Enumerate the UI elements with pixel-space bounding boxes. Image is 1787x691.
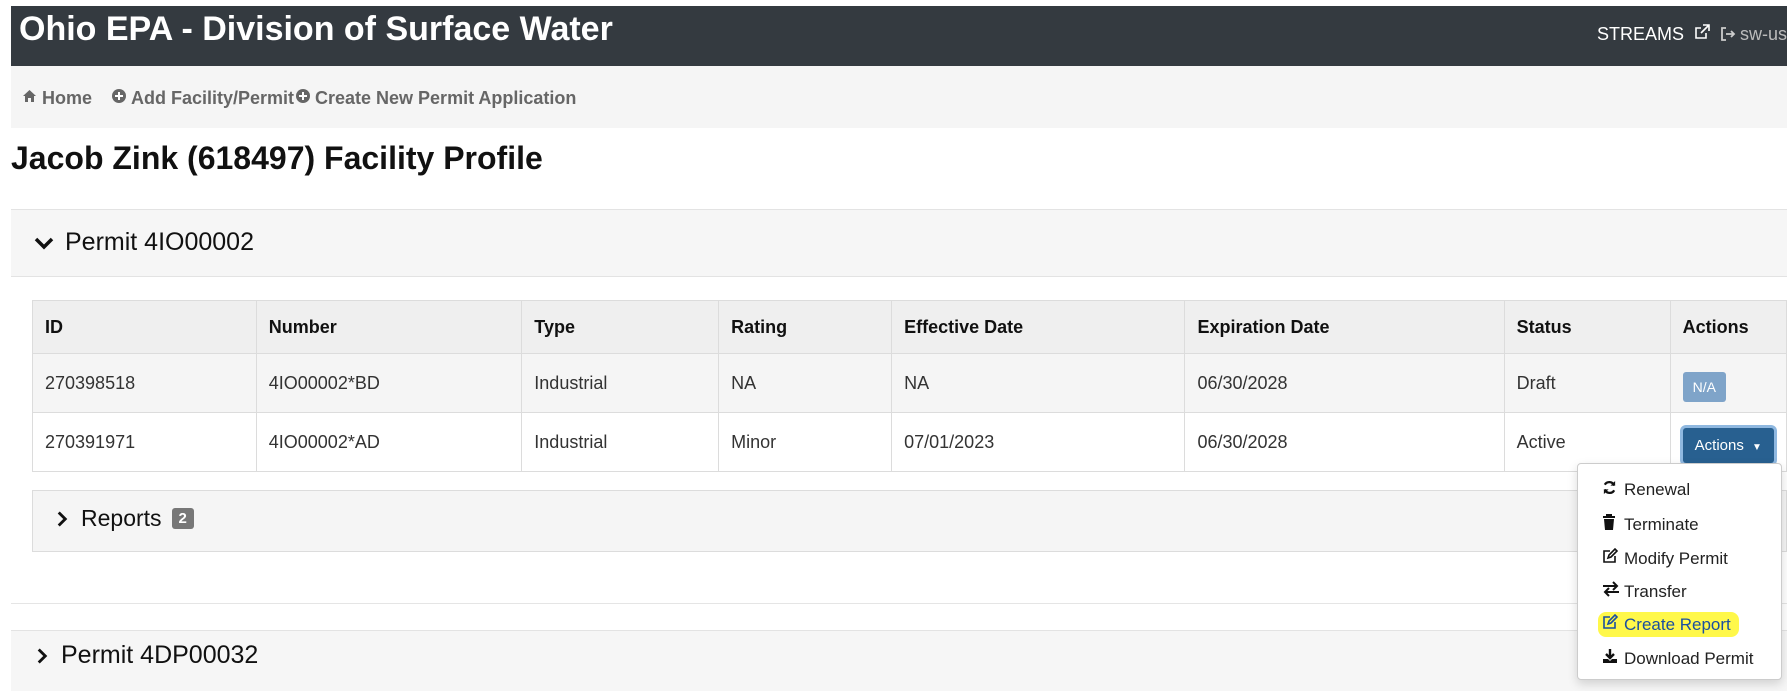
actions-button-label: Actions	[1694, 436, 1744, 454]
reports-count-badge: 2	[171, 508, 194, 529]
col-header-number: Number	[255, 300, 523, 354]
user-menu[interactable]: sw-us	[1720, 24, 1787, 45]
nav-create-application[interactable]: Create New Permit Application	[296, 88, 576, 109]
cell-effective-date: 07/01/2023	[891, 412, 1186, 472]
menu-item-label: Transfer	[1624, 581, 1687, 601]
menu-item-renewal[interactable]: Renewal	[1602, 480, 1690, 500]
actions-dropdown-menu: Renewal Terminate Modify Permit Transfer…	[1577, 463, 1782, 680]
col-header-status: Status	[1503, 300, 1671, 354]
streams-link[interactable]: STREAMS	[1597, 24, 1684, 45]
sub-nav: Home Add Facility/Permit Create New Perm…	[11, 66, 1787, 128]
reports-label: Reports	[81, 505, 162, 531]
exchange-icon	[1602, 581, 1620, 602]
cell-expiration-date: 06/30/2028	[1184, 353, 1505, 413]
cell-id: 270398518	[32, 353, 257, 413]
plus-circle-icon	[112, 89, 126, 108]
chevron-right-icon	[57, 510, 68, 527]
chevron-right-icon	[37, 647, 48, 664]
nav-create-application-label: Create New Permit Application	[315, 88, 577, 108]
col-header-actions: Actions	[1669, 300, 1787, 354]
table-header-row: ID Number Type Rating Effective Date Exp…	[32, 300, 1787, 354]
download-icon	[1602, 648, 1620, 669]
reports-panel-header[interactable]: Reports 2	[32, 490, 1787, 552]
user-name: sw-us	[1739, 23, 1787, 44]
cell-type: Industrial	[521, 412, 720, 472]
permit-panel-header-2[interactable]: Permit 4DP00032	[11, 630, 1787, 691]
nav-home-label: Home	[42, 88, 93, 108]
col-header-rating: Rating	[718, 300, 893, 354]
col-header-expiration-date: Expiration Date	[1184, 300, 1505, 354]
menu-item-label: Terminate	[1624, 514, 1699, 534]
nav-home[interactable]: Home	[22, 88, 92, 109]
cell-id: 270391971	[32, 412, 257, 472]
col-header-effective-date: Effective Date	[891, 300, 1186, 354]
table-row: 270391971 4IO00002*AD Industrial Minor 0…	[32, 412, 1787, 472]
panel-divider	[11, 603, 1787, 604]
chevron-down-icon	[34, 237, 54, 249]
page-title: Jacob Zink (618497) Facility Profile	[11, 140, 543, 176]
nav-add-facility-label: Add Facility/Permit	[131, 88, 295, 108]
menu-item-terminate[interactable]: Terminate	[1602, 514, 1699, 535]
top-right-links: STREAMS sw-us	[1597, 22, 1787, 46]
permit-table: ID Number Type Rating Effective Date Exp…	[32, 300, 1787, 472]
edit-icon	[1602, 613, 1620, 635]
cell-effective-date: NA	[891, 353, 1186, 413]
home-icon	[22, 89, 37, 108]
na-button[interactable]: N/A	[1682, 372, 1726, 402]
plus-circle-icon	[296, 89, 310, 108]
cell-rating: NA	[718, 353, 893, 413]
cell-rating: Minor	[718, 412, 893, 472]
actions-dropdown-button[interactable]: Actions ▼	[1682, 427, 1774, 463]
cell-expiration-date: 06/30/2028	[1184, 412, 1505, 472]
nav-add-facility[interactable]: Add Facility/Permit	[112, 88, 294, 109]
menu-item-label: Modify Permit	[1624, 548, 1728, 568]
edit-icon	[1602, 547, 1620, 569]
cell-type: Industrial	[521, 353, 720, 413]
cell-number: 4IO00002*AD	[255, 412, 523, 472]
permit-title-2: Permit 4DP00032	[61, 641, 259, 669]
refresh-icon	[1602, 480, 1620, 500]
menu-item-download-permit[interactable]: Download Permit	[1602, 648, 1753, 669]
top-navbar: Ohio EPA - Division of Surface Water STR…	[11, 6, 1787, 66]
app-title[interactable]: Ohio EPA - Division of Surface Water	[19, 10, 613, 49]
col-header-id: ID	[32, 300, 257, 354]
permit-title: Permit 4IO00002	[65, 228, 254, 256]
cell-status: Draft	[1503, 353, 1671, 413]
cell-actions: N/A	[1669, 353, 1787, 413]
menu-item-modify-permit[interactable]: Modify Permit	[1602, 547, 1728, 569]
caret-down-icon: ▼	[1752, 441, 1762, 453]
table-row: 270398518 4IO00002*BD Industrial NA NA 0…	[32, 353, 1787, 413]
menu-item-label: Renewal	[1624, 480, 1691, 499]
menu-item-create-report[interactable]: Create Report	[1598, 612, 1739, 637]
menu-item-label: Create Report	[1624, 614, 1731, 634]
menu-item-transfer[interactable]: Transfer	[1602, 581, 1687, 602]
col-header-type: Type	[521, 300, 720, 354]
menu-item-label: Download Permit	[1624, 648, 1754, 668]
sign-out-icon	[1721, 27, 1736, 41]
external-link-icon[interactable]	[1694, 23, 1710, 45]
cell-number: 4IO00002*BD	[255, 353, 523, 413]
permit-panel-header[interactable]: Permit 4IO00002	[11, 209, 1787, 277]
trash-icon	[1602, 514, 1620, 535]
